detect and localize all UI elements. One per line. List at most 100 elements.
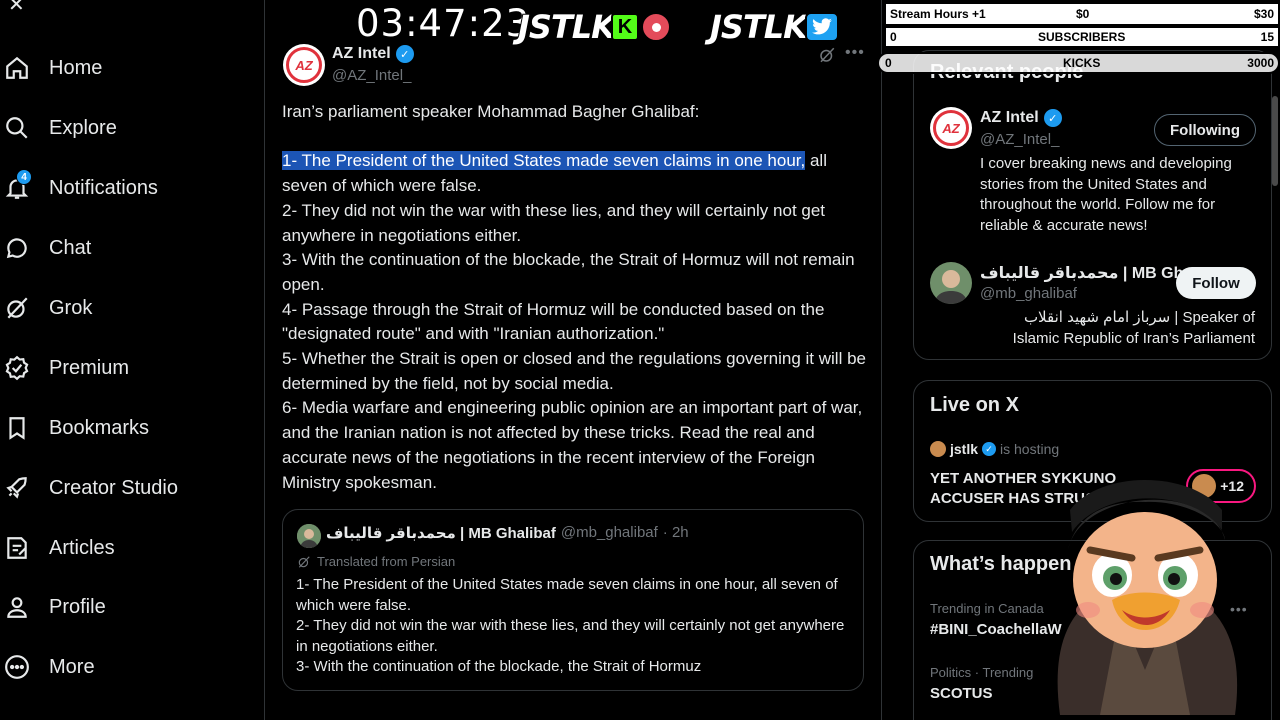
quote-line-2: 2- They did not win the war with these l…: [296, 617, 845, 655]
trend-2-context: Politics · Trending: [930, 665, 1034, 680]
nav-profile-label: Profile: [49, 595, 106, 618]
kick-logo-icon: K: [610, 13, 639, 41]
home-icon: [2, 53, 32, 83]
quote-time: · 2h: [662, 524, 689, 541]
nav-articles-label: Articles: [49, 536, 115, 559]
x-logo-icon[interactable]: ✕: [8, 0, 25, 17]
relevant-p2-bio: سرباز امام شهید انقلاب | Speaker of Isla…: [1013, 308, 1255, 349]
bell-icon: 4: [2, 169, 32, 203]
live-hosting-label: is hosting: [1000, 441, 1060, 457]
tweet-line-6: 6- Media warfare and engineering public …: [282, 398, 863, 492]
relevant-p2-bio-line-1: سرباز امام شهید انقلاب | Speaker of: [1023, 309, 1255, 326]
nav-bookmarks-label: Bookmarks: [49, 416, 150, 439]
translate-icon: [298, 555, 310, 568]
relevant-p1-handle[interactable]: @AZ_Intel_: [980, 131, 1059, 148]
nav-notifications[interactable]: 4 Notifications: [0, 163, 250, 213]
tweet-text: Iran’s parliament speaker Mohammad Baghe…: [282, 100, 872, 495]
follow-button[interactable]: Follow: [1176, 267, 1256, 299]
subscribers-goal: 15: [1260, 30, 1274, 44]
nav-profile[interactable]: Profile: [0, 582, 250, 632]
relevant-avatar-az-text: AZ: [942, 120, 960, 136]
nav-home[interactable]: Home: [0, 43, 250, 93]
trend-2-topic[interactable]: SCOTUS: [930, 685, 993, 702]
logo-1-text: JSTLK: [517, 7, 617, 47]
relevant-p2-bio-line-2: Islamic Republic of Iran’s Parliament: [1012, 329, 1255, 347]
tweet-intro: Iran’s parliament speaker Mohammad Baghe…: [282, 102, 700, 121]
nav-explore-label: Explore: [49, 116, 117, 139]
live-host-row[interactable]: jstlk ✓ is hosting: [930, 441, 1059, 457]
rocket-icon: [2, 473, 32, 503]
search-icon: [2, 113, 32, 143]
quote-line-3: 3- With the continuation of the blockade…: [296, 658, 702, 676]
quote-avatar: [297, 524, 321, 548]
relevant-p2-handle[interactable]: @mb_ghalibaf: [980, 285, 1077, 302]
tweet-line-2: 2- They did not win the war with these l…: [282, 200, 826, 245]
relevant-avatar-az[interactable]: AZ: [930, 107, 972, 149]
tweet-line-5: 5- Whether the Strait is open or closed …: [282, 349, 866, 393]
nav-home-label: Home: [49, 56, 103, 79]
notification-badge: 4: [16, 169, 32, 185]
nav-grok[interactable]: Grok: [0, 283, 250, 333]
nav-bookmarks[interactable]: Bookmarks: [0, 403, 250, 453]
mascot-overlay-image: [1040, 470, 1250, 720]
jstlk-kick-logo: JSTLK K: [517, 7, 671, 47]
scrollbar[interactable]: [1272, 96, 1278, 186]
relevant-p1-bio: I cover breaking news and developing sto…: [980, 155, 1232, 235]
twitter-bird-icon: [804, 12, 839, 42]
relevant-p2-name[interactable]: محمدباقر قالیباف | MB Gh...: [980, 263, 1197, 283]
nav-premium[interactable]: Premium: [0, 343, 250, 393]
author-avatar-text: AZ: [295, 57, 313, 73]
article-icon: [2, 533, 32, 563]
stream-hours-bar: Stream Hours +1 $0 $30: [884, 2, 1280, 26]
quote-author-name[interactable]: محمدباقر قالیباف | MB Ghalibaf: [326, 524, 556, 542]
nav-creator-studio[interactable]: Creator Studio: [0, 463, 250, 513]
logo-2-text: JSTLK: [709, 7, 809, 47]
author-name[interactable]: AZ Intel ✓: [332, 45, 414, 63]
stream-hours-current: $0: [1076, 7, 1090, 21]
nav-grok-label: Grok: [49, 296, 93, 319]
translated-text: Translated from Persian: [317, 554, 456, 569]
record-icon: [640, 12, 671, 42]
relevant-p1-name[interactable]: AZ Intel ✓: [980, 109, 1062, 127]
trend-1-context: Trending in Canada: [930, 601, 1044, 616]
tweet-line-3: 3- With the continuation of the blockade…: [282, 250, 855, 294]
verified-badge-icon: ✓: [982, 442, 997, 456]
host-avatar: [930, 441, 946, 457]
nav-more[interactable]: More: [0, 642, 250, 692]
nav-chat-label: Chat: [49, 236, 92, 259]
premium-icon: [2, 353, 32, 383]
nav-creator-studio-label: Creator Studio: [49, 476, 178, 499]
author-handle[interactable]: @AZ_Intel_: [332, 67, 411, 84]
author-avatar[interactable]: AZ: [283, 44, 325, 86]
verified-badge-icon: ✓: [1043, 109, 1062, 127]
more-options-icon[interactable]: •••: [845, 44, 865, 62]
author-name-text: AZ Intel: [332, 45, 391, 62]
relevant-avatar-ghalibaf[interactable]: [930, 262, 972, 304]
stream-clock: 03:47:23: [356, 2, 531, 45]
nav-explore[interactable]: Explore: [0, 103, 250, 153]
following-button[interactable]: Following: [1154, 114, 1256, 146]
tweet-line-1-prefix: 1-: [282, 151, 302, 171]
quote-author-handle[interactable]: @mb_ghalibaf: [561, 524, 658, 542]
quote-line-1: 1- The President of the United States ma…: [296, 576, 838, 614]
nav-premium-label: Premium: [49, 356, 130, 379]
subscribers-label: SUBSCRIBERS: [1038, 30, 1126, 44]
main-column: AZ AZ Intel ✓ @AZ_Intel_ ••• Iran’s parl…: [265, 0, 882, 720]
quote-header: محمدباقر قالیباف | MB Ghalibaf @mb_ghali…: [326, 524, 689, 542]
live-title: Live on X: [930, 394, 1019, 416]
left-nav: ✕ Home Explore 4 Notifications Chat Grok: [0, 0, 265, 720]
grok-explain-icon[interactable]: [818, 46, 836, 69]
nav-chat[interactable]: Chat: [0, 223, 250, 273]
jstlk-twitter-logo: JSTLK: [709, 7, 839, 47]
kicks-bar: 0 KICKS 3000: [877, 52, 1280, 74]
quoted-tweet[interactable]: محمدباقر قالیباف | MB Ghalibaf @mb_ghali…: [282, 509, 864, 691]
stream-hours-label: Stream Hours +1: [890, 7, 986, 21]
nav-notifications-label: Notifications: [49, 176, 158, 199]
tweet-line-4: 4- Passage through the Strait of Hormuz …: [282, 299, 825, 344]
more-circle-icon: [2, 652, 32, 682]
nav-articles[interactable]: Articles: [0, 523, 250, 573]
relevant-people-card: Relevant people AZ AZ Intel ✓ @AZ_Intel_…: [913, 50, 1272, 360]
quote-text: 1- The President of the United States ma…: [296, 575, 856, 678]
verified-badge-icon: ✓: [395, 45, 414, 63]
tweet-line-1-highlight: The President of the United States made …: [301, 151, 806, 171]
